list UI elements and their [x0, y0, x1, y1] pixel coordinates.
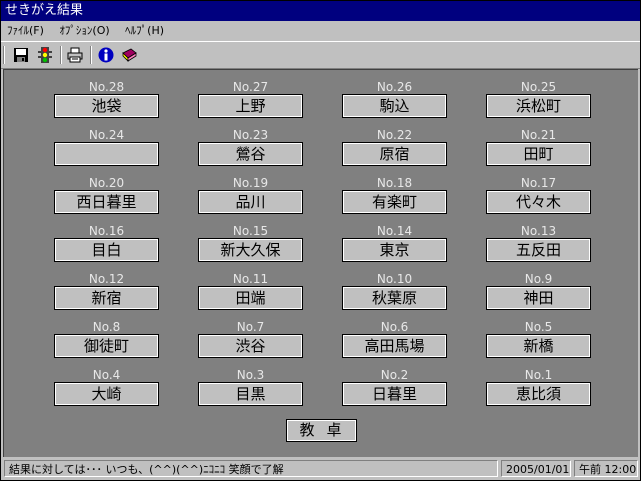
seat-name-box — [54, 142, 159, 166]
app-window: せきがえ結果 ﾌｧｲﾙ(F) ｵﾌﾟｼｮﾝ(O) ﾍﾙﾌﾟ(H) 教卓 No.2… — [0, 0, 641, 481]
title-bar: せきがえ結果 — [1, 1, 640, 21]
seat-number: No.14 — [376, 224, 413, 238]
seat-number: No.16 — [88, 224, 125, 238]
seat-name-box: 恵比須 — [486, 382, 591, 406]
seat-name-box: 神田 — [486, 286, 591, 310]
seat-number: No.26 — [376, 80, 413, 94]
seat-name-box: 御徒町 — [54, 334, 159, 358]
traffic-light-icon[interactable] — [37, 47, 55, 63]
seat-name-box: 池袋 — [54, 94, 159, 118]
seat-name-box: 西日暮里 — [54, 190, 159, 214]
seat-number: No.5 — [524, 320, 553, 334]
seat-name-box: 目白 — [54, 238, 159, 262]
seat-name-box: 代々木 — [486, 190, 591, 214]
teacher-desk: 教卓 — [286, 419, 357, 442]
classroom-panel: 教卓 No.28 池袋 No.27 上野 No.26 駒込 No.25 浜松町 No.24 No.… — [3, 69, 638, 457]
seat-name-box: 浜松町 — [486, 94, 591, 118]
seat-number: No.3 — [236, 368, 265, 382]
seat-name-box: 田町 — [486, 142, 591, 166]
seat-name-box: 新宿 — [54, 286, 159, 310]
seat-name-box: 田端 — [198, 286, 303, 310]
seat-number: No.27 — [232, 80, 269, 94]
info-icon[interactable] — [98, 47, 116, 63]
seat-number: No.9 — [524, 272, 553, 286]
seat-number: No.12 — [88, 272, 125, 286]
seat-number: No.22 — [376, 128, 413, 142]
seat-number: No.23 — [232, 128, 269, 142]
status-message: 結果に対しては･･･ いつも、(^^)(^^)ﾆｺﾆｺ 笑顔で了解 — [4, 460, 498, 477]
seat-name-box: 有楽町 — [342, 190, 447, 214]
toolbar — [1, 41, 640, 69]
seat-name-box: 秋葉原 — [342, 286, 447, 310]
seat-name-box: 鶯谷 — [198, 142, 303, 166]
toolbar-separator — [90, 46, 92, 64]
seat-name-box: 大崎 — [54, 382, 159, 406]
seat-name-box: 原宿 — [342, 142, 447, 166]
seat-number: No.2 — [380, 368, 409, 382]
save-icon[interactable] — [13, 47, 31, 63]
menu-bar: ﾌｧｲﾙ(F) ｵﾌﾟｼｮﾝ(O) ﾍﾙﾌﾟ(H) — [1, 21, 640, 41]
status-bar: 結果に対しては･･･ いつも、(^^)(^^)ﾆｺﾆｺ 笑顔で了解 2005/0… — [1, 458, 640, 480]
seat-number: No.8 — [92, 320, 121, 334]
status-date: 2005/01/01 — [501, 460, 571, 477]
seat-name-box: 新橋 — [486, 334, 591, 358]
seat-number: No.25 — [520, 80, 557, 94]
seat-number: No.17 — [520, 176, 557, 190]
seat-number: No.15 — [232, 224, 269, 238]
status-time: 午前 12:00 — [574, 460, 638, 477]
seat-number: No.13 — [520, 224, 557, 238]
toolbar-separator — [60, 46, 62, 64]
seat-name-box: 上野 — [198, 94, 303, 118]
seat-name-box: 東京 — [342, 238, 447, 262]
seat-number: No.6 — [380, 320, 409, 334]
seat-number: No.7 — [236, 320, 265, 334]
seat-number: No.20 — [88, 176, 125, 190]
seat-number: No.28 — [88, 80, 125, 94]
seat-number: No.24 — [88, 128, 125, 142]
seat-number: No.11 — [232, 272, 269, 286]
seat-name-box: 駒込 — [342, 94, 447, 118]
seat-number: No.10 — [376, 272, 413, 286]
seat-number: No.4 — [92, 368, 121, 382]
menu-file[interactable]: ﾌｧｲﾙ(F) — [1, 21, 50, 41]
menu-help[interactable]: ﾍﾙﾌﾟ(H) — [119, 21, 170, 41]
seat-number: No.18 — [376, 176, 413, 190]
seat-name-box: 品川 — [198, 190, 303, 214]
seat-name-box: 渋谷 — [198, 334, 303, 358]
seat-name-box: 五反田 — [486, 238, 591, 262]
seat-number: No.1 — [524, 368, 553, 382]
window-title: せきがえ結果 — [5, 3, 84, 18]
toolbar-grip — [3, 46, 5, 64]
menu-options[interactable]: ｵﾌﾟｼｮﾝ(O) — [53, 21, 115, 41]
seat-name-box: 高田馬場 — [342, 334, 447, 358]
seat-number: No.19 — [232, 176, 269, 190]
print-icon[interactable] — [67, 47, 85, 63]
seat-number: No.21 — [520, 128, 557, 142]
seat-name-box: 日暮里 — [342, 382, 447, 406]
seat-name-box: 目黒 — [198, 382, 303, 406]
help-book-icon[interactable] — [121, 47, 139, 63]
seat-name-box: 新大久保 — [198, 238, 303, 262]
